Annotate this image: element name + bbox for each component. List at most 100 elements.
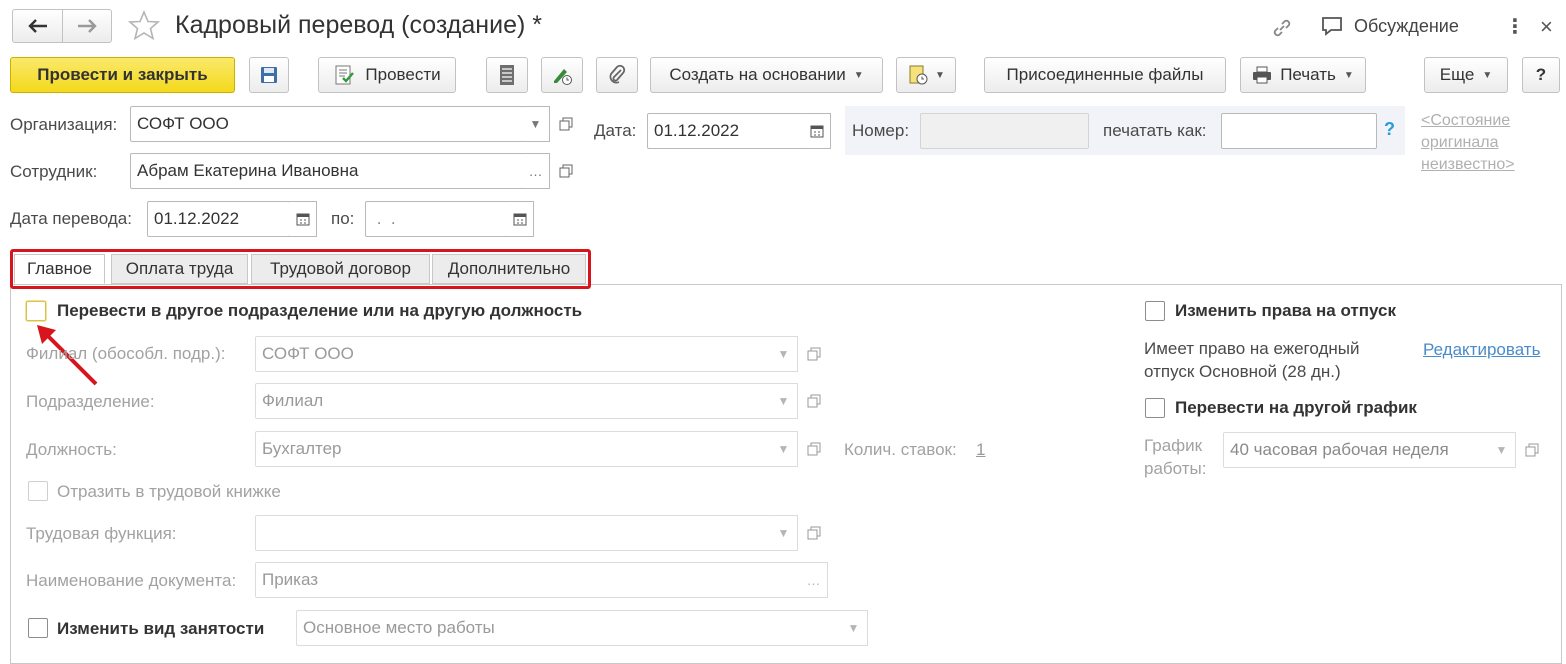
original-status-link[interactable]: <Состояние оригинала неизвестно>	[1421, 110, 1551, 176]
rates-value-link[interactable]: 1	[976, 440, 985, 460]
print-label: Печать	[1280, 65, 1336, 84]
vacation-label: Изменить права на отпуск	[1175, 301, 1396, 320]
number-label: Номер:	[852, 121, 910, 140]
employee-field[interactable]: Абрам Екатерина Ивановна	[130, 153, 523, 189]
employee-select-button[interactable]: …	[522, 153, 550, 189]
organization-open-button[interactable]	[552, 106, 580, 142]
caret-down-icon: ▼	[777, 347, 790, 361]
employment-type-label: Изменить вид занятости	[57, 619, 265, 638]
paperclip-icon	[609, 64, 626, 84]
calendar-icon	[513, 213, 526, 226]
division-dropdown-button[interactable]: ▼	[770, 383, 798, 419]
link-icon[interactable]	[1270, 16, 1294, 45]
to-date-label: по:	[331, 209, 355, 228]
open-window-icon	[807, 442, 821, 456]
workbook-checkbox[interactable]	[28, 481, 48, 501]
branch-label: Филиал (обособл. подр.):	[26, 344, 226, 363]
create-based-on-button[interactable]: Создать на основании ▼	[650, 57, 883, 93]
schedule-open-button[interactable]	[1518, 432, 1546, 468]
labor-function-open-button[interactable]	[800, 515, 828, 551]
employee-label: Сотрудник:	[10, 162, 98, 181]
print-as-label: печатать как:	[1103, 121, 1207, 140]
calendar-icon	[296, 213, 309, 226]
more-button[interactable]: Еще ▼	[1424, 57, 1508, 93]
division-field[interactable]: Филиал	[255, 383, 771, 419]
help-question-icon[interactable]: ?	[1384, 119, 1395, 140]
doc-name-label: Наименование документа:	[26, 571, 237, 590]
help-button[interactable]: ?	[1522, 57, 1560, 93]
caret-down-icon: ▼	[777, 394, 790, 408]
caret-down-icon: ▼	[529, 117, 542, 131]
labor-function-field[interactable]	[255, 515, 771, 551]
employment-type-field[interactable]: Основное место работы	[296, 610, 841, 646]
printer-icon	[1253, 66, 1272, 84]
attached-files-button[interactable]: Присоединенные файлы	[984, 57, 1226, 93]
branch-field[interactable]: СОФТ ООО	[255, 336, 771, 372]
open-window-icon	[559, 117, 573, 131]
vacation-info: Имеет право на ежегодный отпуск Основной…	[1144, 339, 1360, 381]
post-document-icon	[335, 65, 355, 85]
forward-button[interactable]	[62, 9, 112, 43]
date-field[interactable]: 01.12.2022	[647, 113, 804, 149]
schedule-dropdown-button[interactable]: ▼	[1488, 432, 1516, 468]
caret-down-icon: ▼	[935, 69, 945, 81]
create-based-on-label: Создать на основании	[669, 65, 846, 84]
number-field[interactable]	[920, 113, 1089, 149]
attach-button[interactable]	[596, 57, 638, 93]
favorite-star-icon[interactable]	[127, 9, 161, 45]
discussion-button[interactable]: Обсуждение	[1320, 15, 1459, 37]
transfer-date-field[interactable]: 01.12.2022	[147, 201, 290, 237]
division-open-button[interactable]	[800, 383, 828, 419]
arrow-left-icon	[27, 19, 47, 33]
transfer-checkbox[interactable]	[26, 301, 46, 321]
edit-history-button[interactable]	[541, 57, 583, 93]
labor-function-dropdown-button[interactable]: ▼	[770, 515, 798, 551]
branch-open-button[interactable]	[800, 336, 828, 372]
print-button[interactable]: Печать ▼	[1240, 57, 1366, 93]
transfer-date-label: Дата перевода:	[10, 209, 132, 228]
schedule-checkbox-label: Перевести на другой график	[1175, 398, 1417, 417]
doc-name-field[interactable]: Приказ	[255, 562, 801, 598]
save-button[interactable]	[249, 57, 289, 93]
edit-vacation-link[interactable]: Редактировать	[1423, 340, 1540, 360]
to-date-field[interactable]: . .	[365, 201, 507, 237]
branch-dropdown-button[interactable]: ▼	[770, 336, 798, 372]
caret-down-icon: ▼	[1482, 69, 1493, 81]
vacation-checkbox[interactable]	[1145, 301, 1165, 321]
transfer-checkbox-label: Перевести в другое подразделение или на …	[57, 301, 583, 320]
employment-type-dropdown-button[interactable]: ▼	[840, 610, 868, 646]
post-button[interactable]: Провести	[318, 57, 456, 93]
open-window-icon	[1525, 443, 1539, 457]
employee-open-button[interactable]	[552, 153, 580, 189]
position-dropdown-button[interactable]: ▼	[770, 431, 798, 467]
print-as-field[interactable]	[1221, 113, 1377, 149]
calendar-icon	[810, 125, 823, 138]
employment-type-checkbox[interactable]	[28, 618, 48, 638]
schedule-checkbox[interactable]	[1145, 398, 1165, 418]
caret-down-icon: ▼	[847, 621, 860, 635]
report-button[interactable]: ▼	[896, 57, 956, 93]
position-open-button[interactable]	[800, 431, 828, 467]
more-menu-icon[interactable]: ⋮	[1505, 14, 1525, 39]
position-field[interactable]: Бухгалтер	[255, 431, 771, 467]
division-label: Подразделение:	[26, 392, 155, 411]
organization-field[interactable]: СОФТ ООО	[130, 106, 523, 142]
open-window-icon	[807, 526, 821, 540]
transfer-date-calendar-button[interactable]	[289, 201, 317, 237]
post-and-close-button[interactable]: Провести и закрыть	[10, 57, 235, 93]
position-label: Должность:	[26, 440, 117, 459]
caret-down-icon: ▼	[777, 526, 790, 540]
tabs-highlight-frame	[10, 249, 591, 289]
ellipsis-icon: …	[528, 163, 543, 179]
document-list-button[interactable]	[486, 57, 528, 93]
organization-dropdown-button[interactable]: ▼	[522, 106, 550, 142]
pen-clock-icon	[554, 69, 572, 85]
schedule-field[interactable]: 40 часовая рабочая неделя	[1223, 432, 1489, 468]
caret-down-icon: ▼	[853, 69, 864, 81]
doc-name-select-button[interactable]: …	[800, 562, 828, 598]
to-date-calendar-button[interactable]	[506, 201, 534, 237]
date-calendar-button[interactable]	[803, 113, 831, 149]
close-icon[interactable]: ×	[1540, 14, 1553, 40]
floppy-disk-icon	[261, 67, 277, 83]
back-button[interactable]	[12, 9, 63, 43]
